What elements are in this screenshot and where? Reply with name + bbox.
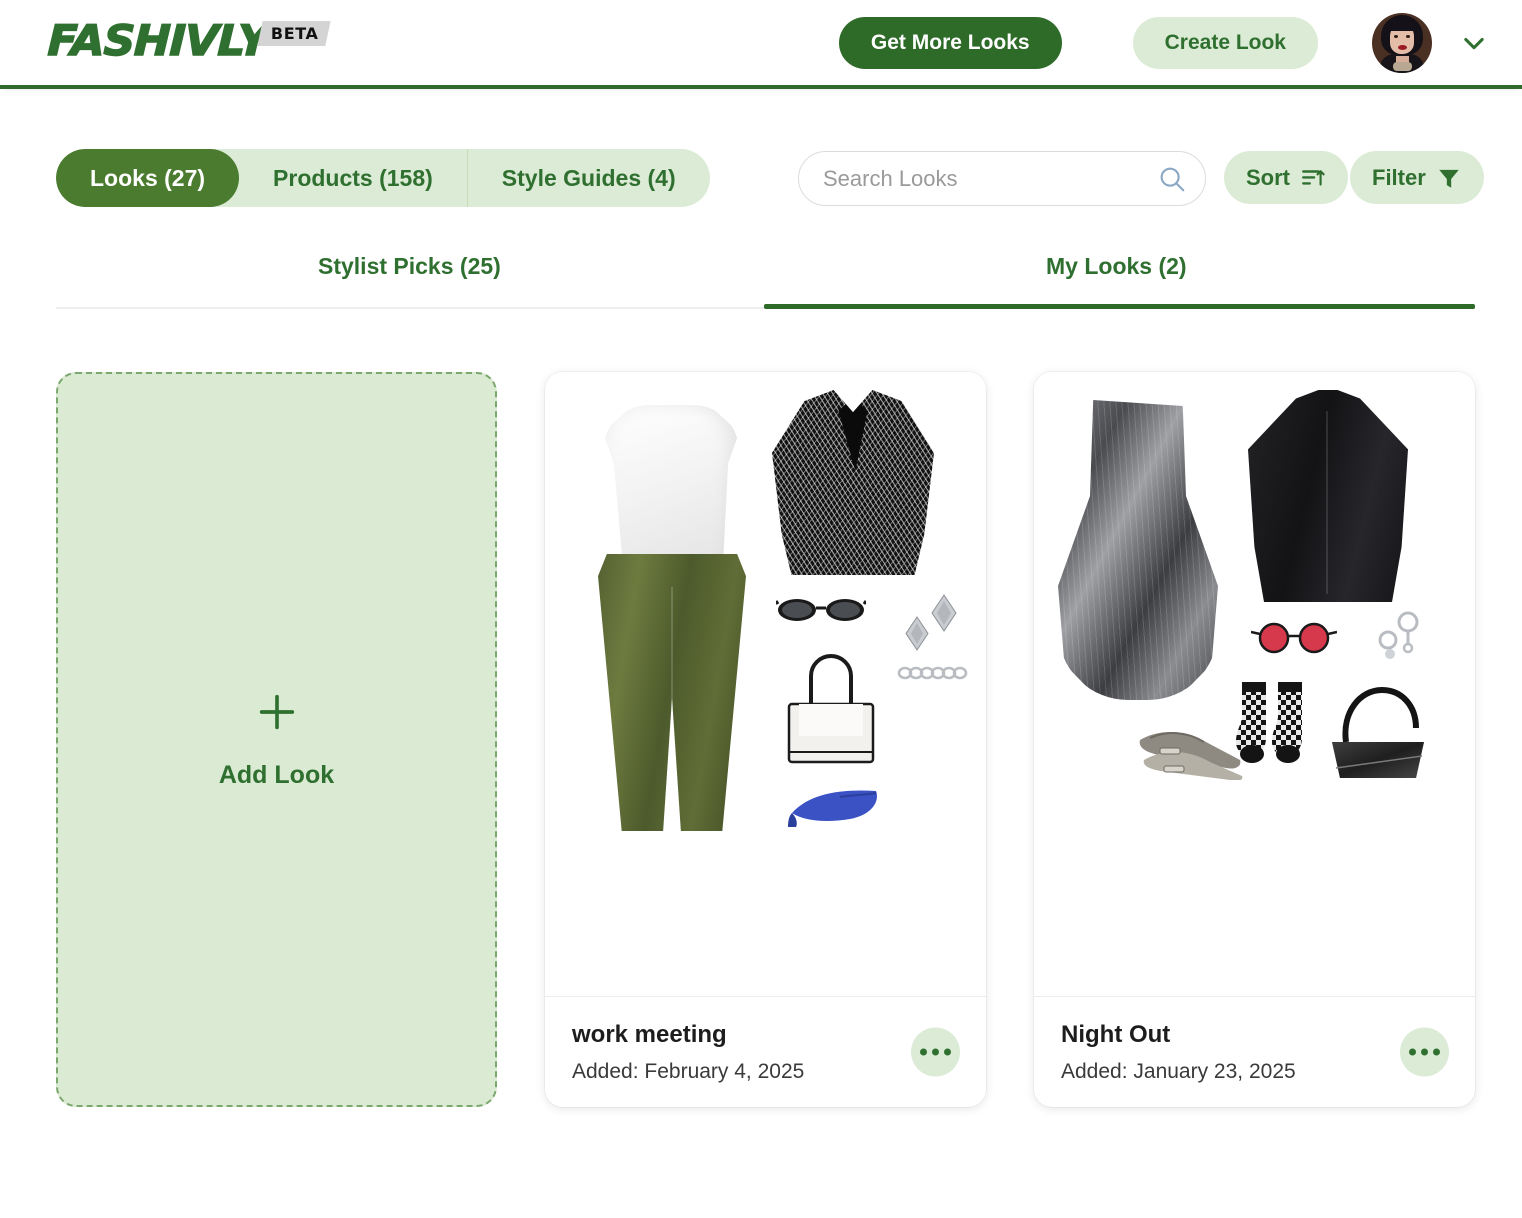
look-title: Night Out	[1061, 1020, 1171, 1048]
avatar-eye-right	[1406, 34, 1410, 38]
look-added-date: Added: January 23, 2025	[1061, 1059, 1296, 1083]
search-box[interactable]	[798, 151, 1206, 206]
avatar-lips	[1398, 44, 1407, 50]
avatar-collar	[1393, 61, 1412, 71]
look-source-tabs: Stylist Picks (25) My Looks (2)	[56, 253, 1475, 309]
ellipsis-icon	[1433, 1048, 1440, 1056]
header-actions: Get More Looks Create Look	[838, 0, 1488, 85]
metallic-pointed-mary-jane-flats-item	[1139, 731, 1243, 780]
beta-badge-label: BETA	[270, 24, 319, 43]
tab-active-indicator	[764, 304, 1475, 309]
segment-products[interactable]: Products (158)	[239, 149, 467, 207]
create-look-button[interactable]: Create Look	[1132, 16, 1318, 69]
logo-text: FASHIVLY	[46, 15, 270, 66]
look-collage-work-meeting	[545, 372, 986, 997]
beta-badge: BETA	[257, 21, 331, 46]
black-tweed-cropped-blazer-item	[772, 390, 934, 575]
app-header: FASHIVLY BETA Get More Looks Create Look	[0, 0, 1522, 89]
funnel-icon	[1439, 169, 1459, 188]
look-meta-work-meeting: work meeting Added: February 4, 2025	[545, 997, 986, 1107]
silver-diamond-earring-item-1	[931, 594, 957, 632]
add-look-card[interactable]: Add Look	[56, 372, 497, 1107]
get-more-looks-button[interactable]: Get More Looks	[838, 16, 1062, 69]
looks-grid: Add Look work meeting Added: February 4,…	[0, 372, 1522, 1107]
black-shoulder-bag-item	[1332, 686, 1424, 778]
black-oval-sunglasses-item	[776, 599, 866, 621]
silver-drop-earrings-item	[1378, 611, 1419, 659]
segment-style-guides[interactable]: Style Guides (4)	[466, 149, 710, 207]
ellipsis-icon	[920, 1048, 927, 1056]
silver-chain-bracelet-item	[897, 666, 968, 680]
avatar-eye-left	[1394, 34, 1398, 38]
look-options-button[interactable]	[1400, 1027, 1449, 1077]
content-toolbar: Looks (27) Products (158) Style Guides (…	[0, 149, 1522, 207]
content-type-segmented-control: Looks (27) Products (158) Style Guides (…	[56, 149, 710, 207]
avatar[interactable]	[1372, 12, 1432, 73]
look-title: work meeting	[572, 1020, 727, 1048]
plus-icon	[259, 694, 294, 730]
segment-looks[interactable]: Looks (27)	[56, 149, 240, 207]
sort-button[interactable]: Sort	[1224, 151, 1348, 204]
silver-diamond-earring-item-2	[905, 616, 929, 651]
add-look-label: Add Look	[218, 761, 335, 789]
tab-stylist-picks[interactable]: Stylist Picks (25)	[318, 253, 501, 298]
look-card-night-out[interactable]: Night Out Added: January 23, 2025	[1034, 372, 1475, 1107]
ellipsis-icon	[932, 1048, 939, 1056]
look-meta-night-out: Night Out Added: January 23, 2025	[1034, 997, 1475, 1107]
sort-icon	[1302, 169, 1325, 186]
look-added-date: Added: February 4, 2025	[572, 1059, 805, 1083]
tab-my-looks[interactable]: My Looks (2)	[1046, 253, 1187, 298]
search-icon[interactable]	[1157, 164, 1187, 194]
ellipsis-icon	[1421, 1048, 1428, 1056]
sort-label: Sort	[1246, 164, 1290, 190]
ellipsis-icon	[944, 1048, 951, 1056]
avatar-fringe	[1387, 20, 1417, 31]
black-collarless-blazer-item	[1248, 390, 1408, 602]
look-card-work-meeting[interactable]: work meeting Added: February 4, 2025	[545, 372, 986, 1107]
silver-metallic-strapless-bubble-dress-item	[1058, 400, 1218, 700]
look-collage-night-out	[1034, 372, 1475, 997]
red-lens-round-sunglasses-item	[1251, 622, 1337, 654]
search-input[interactable]	[823, 165, 1157, 192]
ellipsis-icon	[1409, 1048, 1416, 1056]
filter-label: Filter	[1372, 164, 1426, 190]
chevron-down-icon[interactable]	[1460, 29, 1488, 57]
white-draped-top-item	[603, 405, 739, 577]
blue-kitten-heel-mules-item	[788, 790, 877, 827]
look-options-button[interactable]	[911, 1027, 960, 1077]
white-leather-tote-bag-item	[787, 654, 875, 764]
olive-satin-wide-leg-pants-item	[598, 554, 746, 831]
brand-logo[interactable]: FASHIVLY BETA	[46, 15, 331, 66]
filter-button[interactable]: Filter	[1350, 151, 1484, 204]
